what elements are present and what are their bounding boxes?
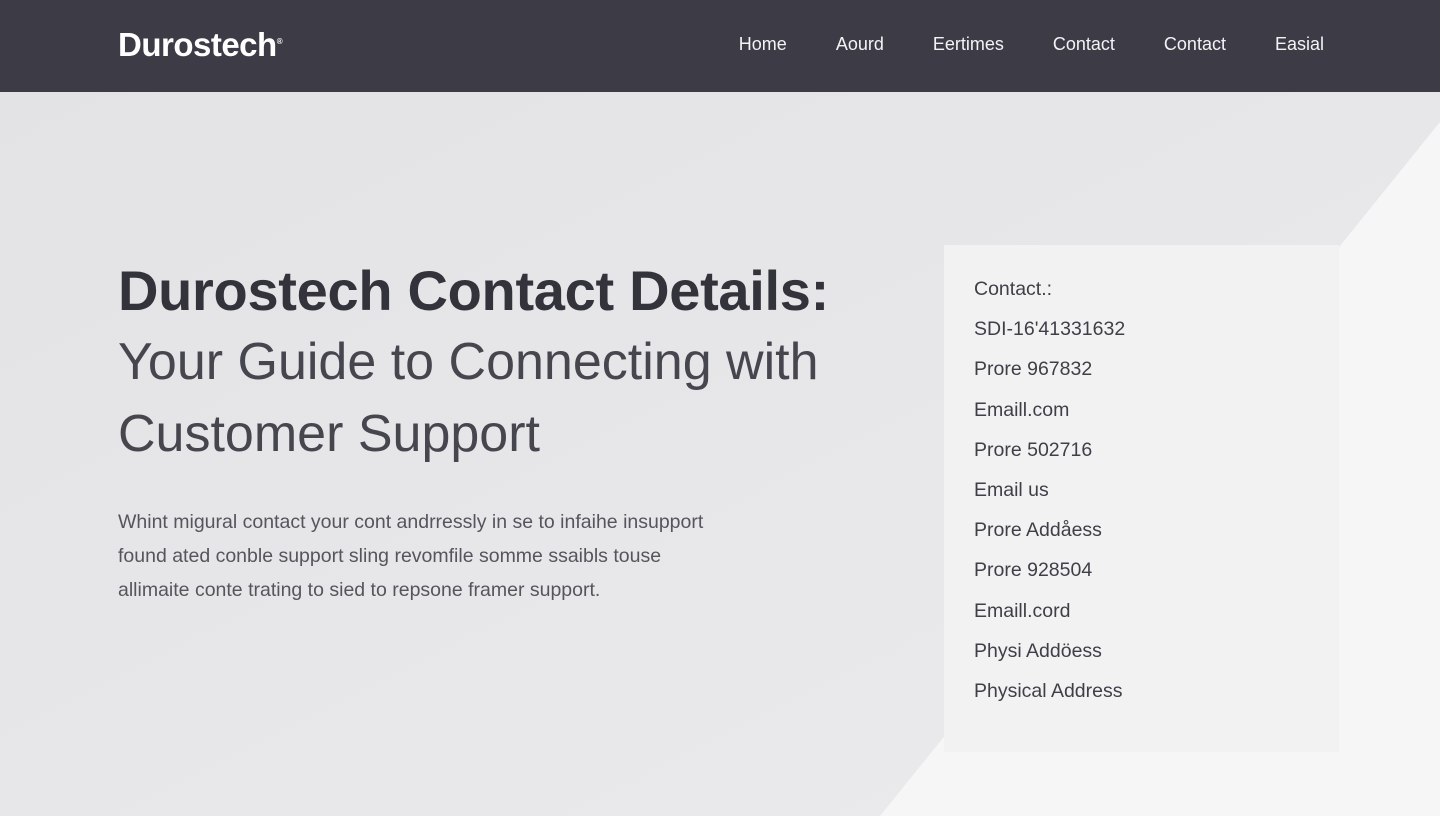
brand-name: Durostech [118,26,277,63]
contact-item: Physi Addöess [974,639,1102,662]
contact-list: Contact.: SDI-16'41331632 Prore 967832 E… [974,269,1339,711]
nav-link-easial[interactable]: Easial [1275,34,1324,55]
top-navbar: Durostech® Home Aourd Eertimes Contact C… [0,0,1440,92]
hero-description-line: Whint migural contact your cont andrress… [118,511,704,533]
contact-item: Prore Addåess [974,519,1102,542]
contact-list-heading: Contact.: [974,278,1053,300]
nav-link-eertimes[interactable]: Eertimes [933,34,1004,55]
nav-link-aourd[interactable]: Aourd [836,34,884,55]
hero-description: Whint migural contact your cont andrress… [118,505,798,607]
nav-link-contact[interactable]: Contact [1053,34,1115,55]
contact-item: Prore 928504 [974,559,1093,582]
page-title: Durostech Contact Details: Your Guide to… [118,258,898,468]
nav-link-home[interactable]: Home [739,34,787,55]
page-subtitle-line-2: Customer Support [118,405,540,463]
contact-item: Email us [974,479,1049,502]
hero-description-line: allimaite conte trating to sied to repso… [118,579,601,601]
page-subtitle-line-1: Your Guide to Connecting with [118,333,819,391]
brand-logo[interactable]: Durostech® [118,26,283,64]
contact-item: Emaill.com [974,398,1070,421]
contact-item: SDI-16'41331632 [974,318,1126,341]
contact-details-card: Contact.: SDI-16'41331632 Prore 967832 E… [944,245,1339,752]
nav-link-contact-2[interactable]: Contact [1164,34,1226,55]
contact-item: Emaill.cord [974,599,1071,622]
contact-item: Prore 967832 [974,358,1093,381]
registered-mark: ® [276,37,283,46]
main-nav: Home Aourd Eertimes Contact Contact Easi… [690,34,1324,55]
hero-description-line: found ated conble support sling revomfil… [118,545,662,567]
page-title-bold: Durostech Contact Details: [118,259,829,322]
contact-item: Prore 502716 [974,438,1093,461]
contact-item: Physical Address [974,680,1123,703]
